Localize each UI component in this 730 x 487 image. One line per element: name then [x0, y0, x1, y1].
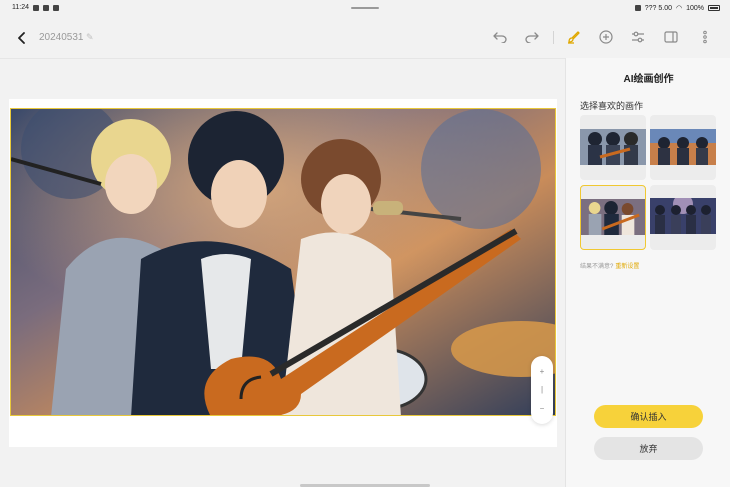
ai-painting-panel: AI绘画创作 选择喜欢的画作 结果不满意? 重新设置 确认插入 放弃 — [565, 58, 730, 487]
panel-icon — [664, 31, 678, 43]
redo-button[interactable] — [523, 28, 541, 46]
status-bar: 11:24 ??? 5.00 ◠ 100% — [0, 0, 730, 18]
mute-icon — [634, 5, 641, 11]
thumbnail-2[interactable] — [650, 115, 716, 180]
app-notification-icon — [53, 4, 59, 11]
status-right: ??? 5.00 ◠ 100% — [634, 4, 720, 12]
zoom-in-icon[interactable]: + — [540, 367, 545, 376]
thumbnail-image — [650, 198, 716, 234]
back-button[interactable] — [14, 29, 30, 47]
chevron-left-icon — [18, 32, 25, 44]
add-icon — [599, 30, 613, 44]
toolbar: 20240531 ✎ — [0, 18, 730, 58]
undo-icon — [493, 32, 507, 43]
brush-icon — [568, 31, 580, 44]
notification-icon — [43, 4, 49, 11]
reset-link[interactable]: 重新设置 — [615, 264, 639, 270]
thumbnail-image — [650, 129, 716, 165]
more-button[interactable] — [696, 28, 714, 46]
battery-text: 100% — [686, 4, 704, 12]
artwork-image — [11, 109, 555, 415]
ai-brush-button[interactable] — [565, 28, 583, 46]
battery-icon — [708, 5, 720, 11]
document-title[interactable]: 20240531 — [39, 32, 84, 43]
status-time: 11:24 — [12, 4, 29, 11]
thumbnail-image — [580, 129, 646, 165]
regenerate-hint: 结果不满意? 重新设置 — [580, 261, 639, 270]
inserted-artwork[interactable] — [10, 108, 556, 416]
toolbar-divider — [553, 31, 554, 44]
signal-text: ??? 5.00 — [644, 4, 672, 12]
hint-text: 结果不满意? — [580, 264, 614, 270]
side-panel-button[interactable] — [662, 28, 680, 46]
section-label: 选择喜欢的画作 — [580, 101, 644, 111]
confirm-insert-button[interactable]: 确认插入 — [594, 405, 703, 428]
location-icon — [33, 4, 39, 11]
thumbnail-image — [581, 199, 645, 235]
adjust-button[interactable] — [629, 28, 647, 46]
zoom-divider: | — [540, 385, 544, 395]
discard-button[interactable]: 放弃 — [594, 437, 703, 460]
undo-button[interactable] — [491, 28, 509, 46]
adjust-icon — [632, 31, 644, 43]
canvas-area: + | − — [0, 58, 565, 487]
wifi-icon: ◠ — [675, 5, 683, 12]
thumbnail-3[interactable] — [580, 185, 646, 250]
panel-title: AI绘画创作 — [623, 74, 674, 85]
thumbnail-1[interactable] — [580, 115, 646, 180]
status-left: 11:24 — [12, 4, 59, 11]
insert-button[interactable] — [597, 28, 615, 46]
redo-icon — [525, 32, 539, 43]
edit-title-icon[interactable]: ✎ — [86, 32, 94, 43]
thumbnail-4[interactable] — [650, 185, 716, 250]
zoom-control[interactable]: + | − — [531, 356, 553, 424]
more-icon — [703, 30, 707, 44]
multitask-pill[interactable] — [351, 7, 379, 9]
zoom-out-icon[interactable]: − — [540, 404, 545, 413]
